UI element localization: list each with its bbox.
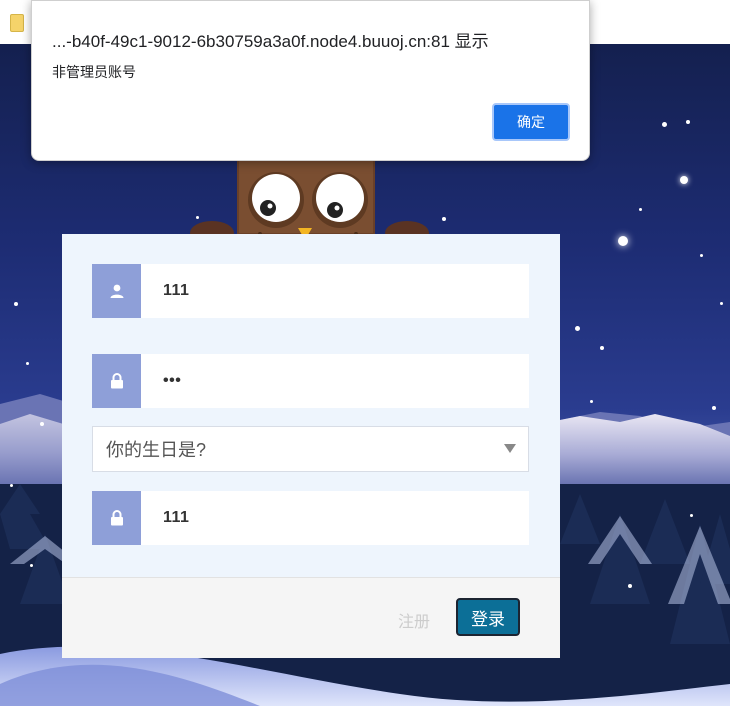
username-value: 111 bbox=[163, 282, 190, 299]
security-question-value: 你的生日是? bbox=[106, 440, 207, 460]
user-icon bbox=[92, 264, 141, 318]
dialog-title: ...-b40f-49c1-9012-6b30759a3a0f.node4.bu… bbox=[52, 32, 489, 51]
answer-value: 111 bbox=[163, 509, 190, 526]
snowflake bbox=[442, 217, 446, 221]
snowflake bbox=[628, 584, 632, 588]
snowflake bbox=[575, 326, 580, 331]
chevron-down-icon bbox=[504, 444, 516, 453]
snowflake bbox=[40, 422, 44, 426]
folder-icon bbox=[10, 14, 24, 32]
snowflake bbox=[680, 176, 688, 184]
snowflake bbox=[700, 254, 703, 257]
ok-button[interactable]: 确定 bbox=[492, 103, 570, 141]
snowflake bbox=[712, 406, 716, 410]
alert-dialog: ...-b40f-49c1-9012-6b30759a3a0f.node4.bu… bbox=[31, 0, 590, 161]
snowflake bbox=[600, 346, 604, 350]
snowflake bbox=[686, 120, 690, 124]
lock-icon bbox=[92, 491, 141, 545]
register-link[interactable]: 注册 bbox=[398, 608, 430, 632]
snowflake bbox=[720, 302, 723, 305]
login-footer: 注册 登录 bbox=[62, 577, 560, 658]
snowflake bbox=[590, 400, 593, 403]
snowflake bbox=[662, 122, 667, 127]
snowflake bbox=[639, 208, 642, 211]
lock-icon bbox=[92, 354, 141, 408]
snowflake bbox=[30, 564, 33, 567]
snowflake bbox=[26, 362, 29, 365]
security-question-select[interactable]: 你的生日是? bbox=[92, 426, 529, 472]
password-value: ••• bbox=[163, 372, 182, 389]
login-panel: 111 ••• 你的生日是? 111 注册 登录 bbox=[62, 234, 560, 658]
password-field[interactable]: ••• bbox=[92, 354, 529, 408]
snowflake bbox=[10, 484, 13, 487]
answer-field[interactable]: 111 bbox=[92, 491, 529, 545]
snowflake bbox=[618, 236, 628, 246]
page: 111 ••• 你的生日是? 111 注册 登录 ...-b40f-49c1-9… bbox=[0, 0, 730, 706]
dialog-message: 非管理员账号 bbox=[52, 64, 136, 80]
username-field[interactable]: 111 bbox=[92, 264, 529, 318]
snowflake bbox=[690, 514, 693, 517]
login-button[interactable]: 登录 bbox=[456, 598, 520, 636]
snowflake bbox=[14, 302, 18, 306]
